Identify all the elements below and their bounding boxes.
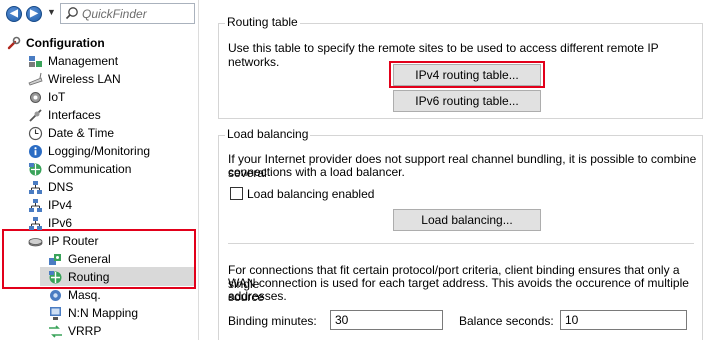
info-icon <box>29 145 42 158</box>
routing-table-group-left-border <box>218 23 219 118</box>
history-dropdown-icon[interactable]: ▼ <box>47 7 56 17</box>
load-balancing-enabled-checkbox[interactable] <box>230 187 243 200</box>
quickfinder-search[interactable] <box>60 3 195 24</box>
router-icon <box>28 238 43 247</box>
back-arrow-icon[interactable]: ◀ <box>6 6 22 22</box>
ipv4-routing-table-button[interactable]: IPv4 routing table... <box>393 64 541 86</box>
balance-seconds-label: Balance seconds: <box>459 314 554 328</box>
load-balancing-group-left-border <box>218 135 219 340</box>
load-balancing-enabled-label: Load balancing enabled <box>247 187 375 201</box>
load-balancing-button[interactable]: Load balancing... <box>393 209 541 231</box>
binding-minutes-label: Binding minutes: <box>228 314 317 328</box>
ipv6-routing-table-button[interactable]: IPv6 routing table... <box>393 90 541 112</box>
client-binding-text-line3: addresses. <box>228 289 287 303</box>
balance-seconds-field[interactable]: 10 <box>560 310 687 330</box>
routing-table-group-bottom-border <box>218 118 703 119</box>
tree-root-label: Configuration <box>26 36 105 50</box>
quickfinder-input[interactable] <box>82 6 192 21</box>
general-icon <box>49 254 61 265</box>
iot-gear-icon <box>30 92 41 103</box>
search-icon <box>65 7 78 20</box>
masq-icon <box>50 290 61 301</box>
load-balancing-description-line2: connections with a load balancer. <box>228 165 405 179</box>
routing-table-title: Routing table <box>225 15 300 29</box>
load-balancing-title: Load balancing <box>225 127 311 141</box>
management-icon <box>29 56 42 67</box>
network-icon <box>29 217 42 230</box>
clock-icon <box>28 126 43 141</box>
routing-icon <box>49 271 62 284</box>
wireless-lan-icon <box>28 72 43 86</box>
client-binding-text-line2: WAN connection is used for each target a… <box>228 276 689 304</box>
binding-minutes-field[interactable]: 30 <box>330 310 443 330</box>
wrench-icon <box>7 36 21 50</box>
configuration-tree-panel: ◀ ▶ ▼ Configuration Management Wireless … <box>0 0 199 340</box>
routing-selection-bar <box>40 267 194 286</box>
forward-arrow-icon[interactable]: ▶ <box>26 6 42 22</box>
vrrp-icon <box>49 325 62 338</box>
network-icon <box>29 181 42 194</box>
settings-panel: Routing table Use this table to specify … <box>205 0 707 340</box>
load-balancing-separator <box>228 243 694 244</box>
routing-table-group-right-border <box>702 23 703 118</box>
network-icon <box>29 199 42 212</box>
mapping-icon <box>50 307 61 320</box>
interfaces-icon <box>29 109 42 122</box>
communication-icon <box>29 163 42 176</box>
